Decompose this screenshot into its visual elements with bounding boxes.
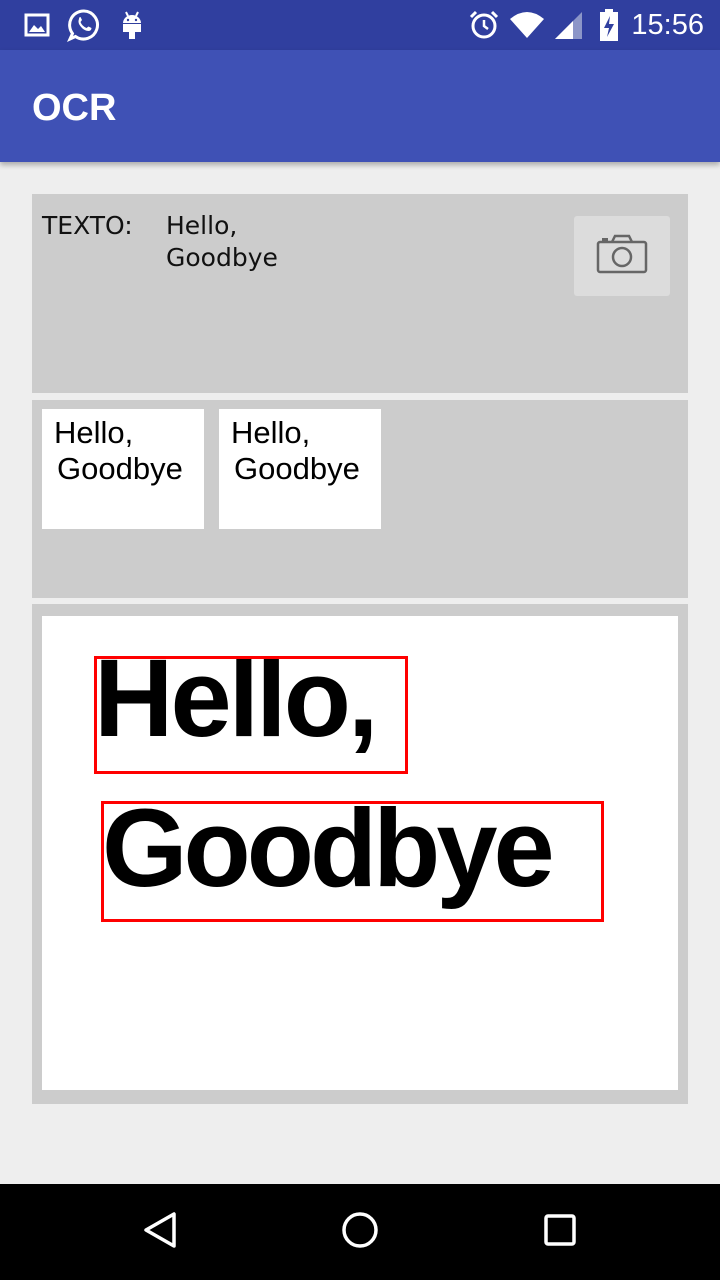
back-icon [140,1210,180,1255]
wifi-icon [508,10,546,40]
result-label: TEXTO: [42,211,133,240]
camera-icon [596,234,648,279]
ocr-result-panel: TEXTO: Hello, Goodbye [32,194,688,393]
android-icon [116,10,148,40]
back-button[interactable] [130,1202,190,1262]
result-text: Hello, Goodbye [166,210,278,274]
home-button[interactable] [330,1202,390,1262]
thumbnail-line: Goodbye [57,451,183,486]
status-bar: 15:56 [0,0,720,50]
result-line: Hello, [166,211,238,240]
battery-charging-icon [598,9,620,41]
thumbnails-panel: Hello, Goodbye Hello, Goodbye [32,400,688,598]
word-bounding-box [94,656,408,774]
thumbnail-line: Goodbye [234,451,360,486]
camera-button[interactable] [574,216,670,296]
alarm-icon [467,10,501,40]
home-icon [340,1210,380,1255]
thumbnail-line: Hello, [231,415,311,450]
result-line: Goodbye [166,243,278,272]
word-thumbnail[interactable]: Hello, Goodbye [42,409,204,529]
recents-button[interactable] [530,1202,590,1262]
gallery-icon [22,10,52,40]
word-bounding-box [101,801,604,922]
image-panel: Hello, Goodbye [32,604,688,1104]
recents-icon [542,1212,578,1253]
word-thumbnail[interactable]: Hello, Goodbye [219,409,381,529]
ocr-source-image: Hello, Goodbye [42,616,678,1090]
thumbnail-line: Hello, [54,415,134,450]
status-time: 15:56 [631,9,704,41]
app-title: OCR [32,87,117,129]
whatsapp-icon [66,9,102,42]
app-bar: OCR [0,50,720,162]
navigation-bar [0,1184,720,1280]
signal-icon [552,10,584,40]
